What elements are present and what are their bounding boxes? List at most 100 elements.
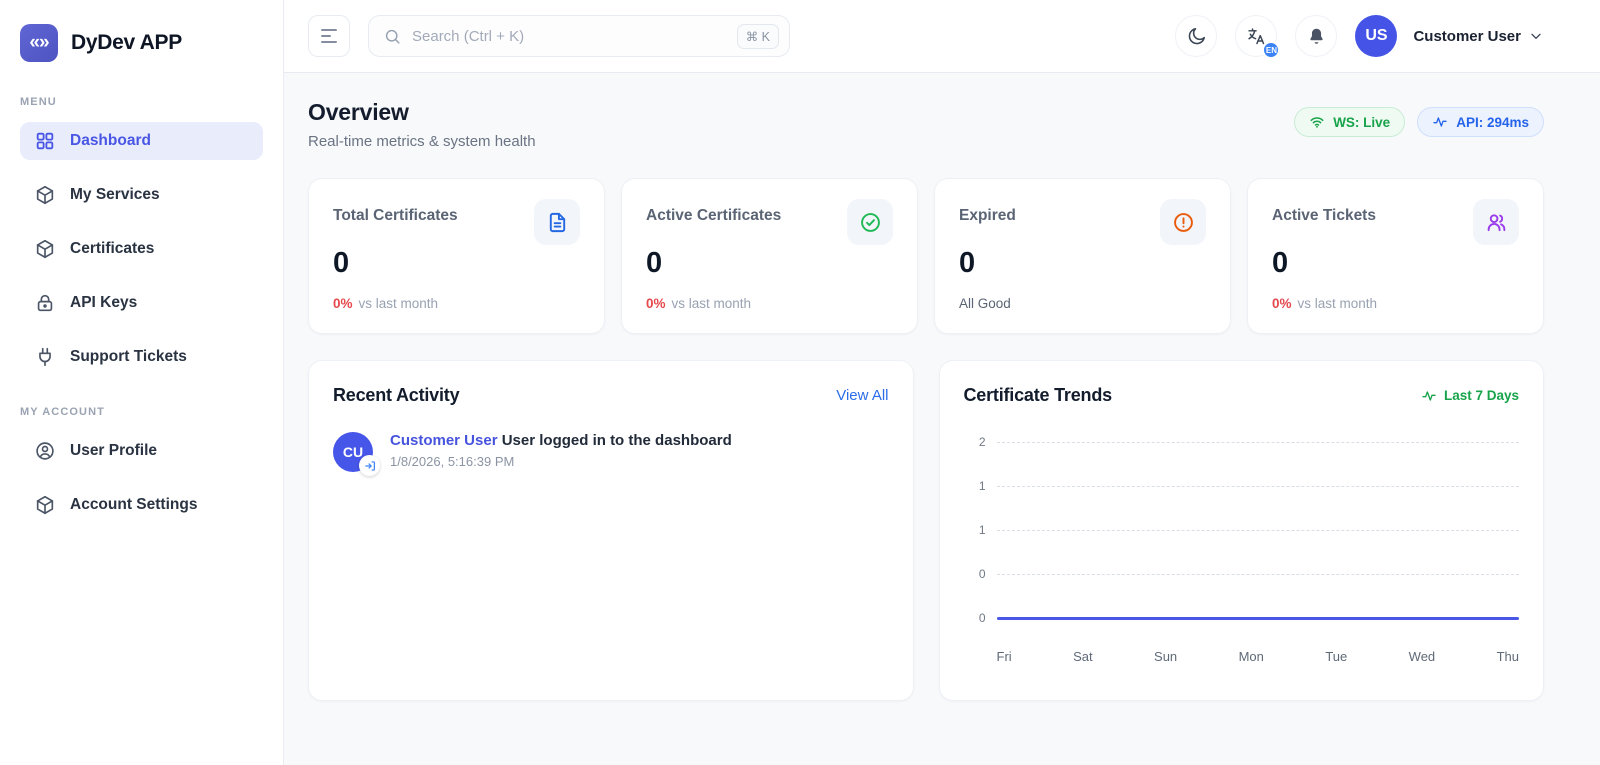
y-tick: 1 — [964, 479, 986, 493]
sidebar-item-label: Dashboard — [70, 132, 151, 150]
app-title: DyDev APP — [71, 31, 182, 55]
x-tick: Fri — [997, 649, 1012, 664]
x-tick: Thu — [1497, 649, 1519, 664]
alert-circle-icon — [1160, 199, 1206, 245]
activity-timestamp: 1/8/2026, 5:16:39 PM — [390, 454, 732, 469]
language-badge: EN — [1262, 41, 1280, 59]
stat-label: Active Tickets — [1272, 199, 1376, 225]
page-subtitle: Real-time metrics & system health — [308, 133, 536, 150]
gridline — [997, 574, 1520, 575]
stat-label: Active Certificates — [646, 199, 781, 225]
sidebar-item-account-settings[interactable]: Account Settings — [20, 486, 263, 524]
search-shortcut-badge: ⌘ K — [737, 24, 779, 49]
sidebar-item-label: My Services — [70, 186, 160, 204]
gridline — [997, 486, 1520, 487]
pulse-icon — [1432, 114, 1448, 130]
stat-label: Total Certificates — [333, 199, 458, 225]
sidebar: «» DyDev APP MENU Dashboard My Services … — [0, 0, 284, 765]
sidebar-item-label: User Profile — [70, 442, 157, 460]
stat-delta: 0% — [1272, 296, 1292, 311]
activity-actor[interactable]: Customer User — [390, 432, 498, 449]
pulse-icon — [1421, 388, 1437, 404]
sidebar-item-my-services[interactable]: My Services — [20, 176, 263, 214]
sidebar-item-certificates[interactable]: Certificates — [20, 230, 263, 268]
api-latency-badge: API: 294ms — [1417, 107, 1544, 137]
check-circle-icon — [847, 199, 893, 245]
search-icon — [383, 27, 402, 46]
gridline — [997, 442, 1520, 443]
x-tick: Sun — [1154, 649, 1177, 664]
y-tick: 0 — [964, 611, 986, 625]
sidebar-item-api-keys[interactable]: API Keys — [20, 284, 263, 322]
ws-status-text: WS: Live — [1333, 115, 1390, 130]
chart-range-label: Last 7 Days — [1421, 388, 1519, 404]
certificate-trends-chart: 2 1 1 0 0 Fri Sat Sun Mon Tue Wed Thu — [964, 420, 1520, 664]
sidebar-toggle-button[interactable] — [308, 15, 350, 57]
certificate-trends-title: Certificate Trends — [964, 385, 1112, 406]
app-logo: «» DyDev APP — [0, 0, 283, 82]
plug-icon — [34, 346, 56, 368]
stat-label: Expired — [959, 199, 1016, 225]
activity-action: User logged in to the dashboard — [502, 432, 732, 449]
stat-delta: 0% — [646, 296, 666, 311]
top-bar: ⌘ K EN US Customer User — [284, 0, 1600, 73]
y-tick: 2 — [964, 435, 986, 449]
moon-icon — [1186, 26, 1207, 47]
login-arrow-icon — [359, 455, 380, 476]
stat-note: vs last month — [1298, 296, 1378, 311]
y-tick: 1 — [964, 523, 986, 537]
stat-value: 0 — [1272, 247, 1519, 280]
stat-card-active-certificates: Active Certificates 0 0% vs last month — [621, 178, 918, 334]
page-title: Overview — [308, 99, 536, 126]
hamburger-icon — [321, 29, 337, 43]
stat-card-active-tickets: Active Tickets 0 0% vs last month — [1247, 178, 1544, 334]
lock-icon — [34, 292, 56, 314]
dashboard-grid-icon — [34, 130, 56, 152]
x-tick: Wed — [1409, 649, 1436, 664]
bell-icon — [1306, 26, 1327, 47]
x-tick: Mon — [1239, 649, 1264, 664]
menu-section-label: MENU — [20, 96, 263, 108]
dark-mode-toggle-button[interactable] — [1175, 15, 1217, 57]
document-icon — [534, 199, 580, 245]
user-menu[interactable]: Customer User — [1413, 28, 1544, 45]
user-avatar[interactable]: US — [1355, 15, 1397, 57]
user-name: Customer User — [1413, 28, 1521, 45]
stat-note: vs last month — [359, 296, 439, 311]
sidebar-item-user-profile[interactable]: User Profile — [20, 432, 263, 470]
search-bar[interactable]: ⌘ K — [368, 15, 790, 57]
wifi-icon — [1309, 114, 1325, 130]
cube-icon — [34, 184, 56, 206]
stat-value: 0 — [959, 247, 1206, 280]
cube-icon — [34, 238, 56, 260]
activity-list-item: CU Customer User User logged in to the d… — [333, 432, 889, 472]
stat-card-total-certificates: Total Certificates 0 0% vs last month — [308, 178, 605, 334]
x-tick: Sat — [1073, 649, 1093, 664]
sidebar-item-dashboard[interactable]: Dashboard — [20, 122, 263, 160]
notifications-button[interactable] — [1295, 15, 1337, 57]
sidebar-item-support-tickets[interactable]: Support Tickets — [20, 338, 263, 376]
app-logo-icon: «» — [20, 24, 58, 62]
chevron-down-icon — [1528, 28, 1544, 44]
sidebar-item-label: API Keys — [70, 294, 137, 312]
view-all-link[interactable]: View All — [836, 387, 888, 404]
sidebar-item-label: Support Tickets — [70, 348, 187, 366]
x-axis-labels: Fri Sat Sun Mon Tue Wed Thu — [997, 649, 1520, 664]
users-icon — [1473, 199, 1519, 245]
cube-icon — [34, 494, 56, 516]
api-latency-text: API: 294ms — [1456, 115, 1529, 130]
language-button[interactable]: EN — [1235, 15, 1277, 57]
sidebar-item-label: Certificates — [70, 240, 154, 258]
ws-status-badge: WS: Live — [1294, 107, 1405, 137]
activity-text: Customer User User logged in to the dash… — [390, 432, 732, 449]
data-line-series — [997, 617, 1520, 620]
search-input[interactable] — [412, 28, 727, 45]
recent-activity-title: Recent Activity — [333, 385, 459, 406]
stat-delta: 0% — [333, 296, 353, 311]
stat-note: vs last month — [672, 296, 752, 311]
user-circle-icon — [34, 440, 56, 462]
recent-activity-panel: Recent Activity View All CU Customer Use… — [308, 360, 914, 701]
gridline — [997, 530, 1520, 531]
stat-note: All Good — [959, 296, 1011, 311]
stat-value: 0 — [333, 247, 580, 280]
